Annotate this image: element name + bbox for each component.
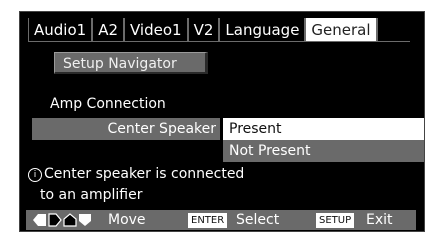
arrow-keys-icon xyxy=(33,213,91,227)
info-line-2: to an amplifier xyxy=(40,187,143,203)
tab-general[interactable]: General xyxy=(304,18,376,42)
section-title: Amp Connection xyxy=(50,96,166,112)
enter-key[interactable]: ENTER xyxy=(188,213,228,228)
info-text-1: Center speaker is connected xyxy=(44,166,245,182)
info-icon: i xyxy=(28,168,42,182)
select-label: Select xyxy=(236,212,280,228)
setup-navigator-button[interactable]: Setup Navigator xyxy=(54,52,208,74)
info-line-1: i Center speaker is connected xyxy=(28,164,244,185)
tab-v2[interactable]: V2 xyxy=(186,18,219,42)
tab-language[interactable]: Language xyxy=(218,18,305,42)
move-label: Move xyxy=(108,212,146,228)
info-message: i Center speaker is connected to an ampli… xyxy=(28,164,244,206)
tab-bar-end xyxy=(375,18,384,42)
setup-screen: Audio1 A2 Video1 V2 Language General Set… xyxy=(19,11,425,232)
tab-a2[interactable]: A2 xyxy=(91,18,123,42)
tab-divider xyxy=(28,41,410,42)
option-not-present[interactable]: Not Present xyxy=(223,140,424,162)
tab-bar: Audio1 A2 Video1 V2 Language General xyxy=(28,18,384,42)
bottom-help-bar: Move ENTER Select SETUP Exit xyxy=(26,210,416,230)
setup-key[interactable]: SETUP xyxy=(316,213,355,228)
tab-video1[interactable]: Video1 xyxy=(123,18,187,42)
option-present[interactable]: Present xyxy=(223,118,424,140)
tab-audio1[interactable]: Audio1 xyxy=(28,18,92,42)
center-speaker-label[interactable]: Center Speaker xyxy=(32,118,220,140)
exit-label: Exit xyxy=(366,212,393,228)
